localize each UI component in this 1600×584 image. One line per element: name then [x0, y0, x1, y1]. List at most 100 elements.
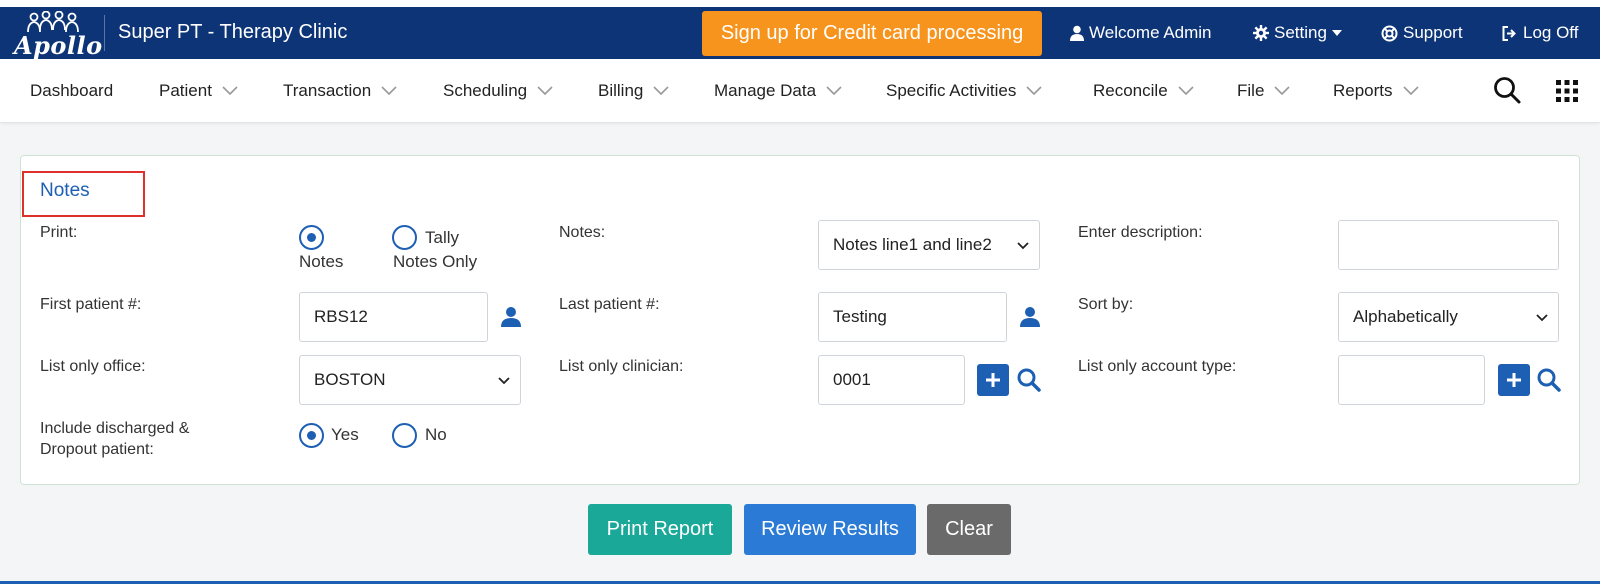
top-header-bar: Apollo Super PT - Therapy Clinic Sign up… — [0, 7, 1600, 60]
clinician-value: 0001 — [833, 370, 871, 389]
support-label: Support — [1403, 23, 1463, 42]
main-nav-bar: Dashboard Patient Transaction Scheduling… — [0, 59, 1600, 123]
top-white-strip — [0, 0, 1600, 7]
chevron-down-icon — [1017, 242, 1029, 250]
setting-label: Setting — [1274, 23, 1327, 42]
support-link[interactable]: Support — [1381, 23, 1463, 43]
print-notes-label: Notes — [299, 252, 344, 271]
print-label: Print: — [40, 224, 78, 241]
notes-select-value: Notes line1 and line2 — [833, 235, 992, 254]
apps-grid-icon[interactable] — [1556, 80, 1578, 102]
add-clinician-button[interactable] — [977, 364, 1009, 396]
caret-down-icon — [1331, 30, 1342, 36]
patient-lookup-icon[interactable] — [1019, 306, 1041, 328]
office-label: List only office: — [40, 358, 146, 375]
chevron-down-icon — [498, 377, 510, 385]
logo-text: Apollo — [14, 31, 103, 60]
plus-icon — [986, 373, 1000, 387]
search-icon[interactable] — [1493, 76, 1521, 104]
chevron-down-icon — [653, 86, 669, 96]
nav-billing[interactable]: Billing — [598, 81, 669, 101]
nav-reconcile-label: Reconcile — [1093, 81, 1168, 100]
chevron-down-icon — [1274, 86, 1290, 96]
chevron-down-icon — [1178, 86, 1194, 96]
print-tally-label-line2: Notes Only — [393, 252, 478, 271]
panel-title: Notes — [40, 180, 90, 201]
user-icon — [1070, 25, 1084, 41]
gear-icon — [1253, 25, 1269, 41]
add-account-type-button[interactable] — [1498, 364, 1530, 396]
last-patient-label: Last patient #: — [559, 296, 660, 313]
nav-transaction[interactable]: Transaction — [283, 81, 397, 101]
patient-lookup-icon[interactable] — [500, 306, 522, 328]
description-input[interactable] — [1338, 220, 1559, 270]
sort-by-value: Alphabetically — [1353, 307, 1458, 326]
signup-credit-card-button[interactable]: Sign up for Credit card processing — [702, 11, 1042, 56]
nav-specific-activities-label: Specific Activities — [886, 81, 1017, 100]
log-off-link[interactable]: Log Off — [1502, 23, 1578, 43]
nav-patient[interactable]: Patient — [159, 81, 238, 101]
plus-icon — [1507, 373, 1521, 387]
clinic-name: Super PT - Therapy Clinic — [118, 21, 348, 43]
discharged-no-label: No — [425, 425, 447, 444]
first-patient-value: RBS12 — [314, 307, 368, 326]
people-logo-icon — [27, 11, 79, 33]
print-tally-radio[interactable] — [392, 225, 417, 250]
discharged-yes-label: Yes — [331, 425, 359, 444]
description-label: Enter description: — [1078, 224, 1203, 241]
log-off-label: Log Off — [1523, 23, 1579, 42]
account-type-input[interactable] — [1338, 355, 1485, 405]
sort-by-select[interactable]: Alphabetically — [1338, 292, 1559, 342]
nav-patient-label: Patient — [159, 81, 212, 100]
review-results-button[interactable]: Review Results — [744, 504, 916, 555]
notes-select[interactable]: Notes line1 and line2 — [818, 220, 1040, 270]
first-patient-label: First patient #: — [40, 296, 142, 313]
nav-scheduling-label: Scheduling — [443, 81, 528, 100]
chevron-down-icon — [826, 86, 842, 96]
search-account-type-icon[interactable] — [1536, 367, 1562, 393]
discharged-no-radio[interactable] — [392, 423, 417, 448]
clinician-input[interactable]: 0001 — [818, 355, 965, 405]
nav-reports-label: Reports — [1333, 81, 1393, 100]
welcome-admin-link[interactable]: Welcome Admin — [1070, 23, 1212, 43]
nav-transaction-label: Transaction — [283, 81, 372, 100]
print-tally-label: Tally — [425, 228, 460, 247]
discharged-label: Include discharged & — [40, 420, 190, 437]
clinician-label: List only clinician: — [559, 358, 684, 375]
nav-billing-label: Billing — [598, 81, 644, 100]
lifering-icon — [1381, 25, 1398, 41]
nav-file[interactable]: File — [1237, 81, 1290, 101]
search-clinician-icon[interactable] — [1016, 367, 1042, 393]
sort-by-label: Sort by: — [1078, 296, 1134, 313]
office-select[interactable]: BOSTON — [299, 355, 521, 405]
first-patient-input[interactable]: RBS12 — [299, 292, 488, 342]
notes-label: Notes: — [559, 224, 606, 241]
nav-dashboard-label: Dashboard — [30, 81, 114, 100]
nav-reports[interactable]: Reports — [1333, 81, 1419, 101]
chevron-down-icon — [1026, 86, 1042, 96]
nav-dashboard[interactable]: Dashboard — [30, 81, 113, 101]
nav-file-label: File — [1237, 81, 1265, 100]
chevron-down-icon — [537, 86, 553, 96]
chevron-down-icon — [222, 86, 238, 96]
nav-reconcile[interactable]: Reconcile — [1093, 81, 1194, 101]
discharged-yes-radio[interactable] — [299, 423, 324, 448]
clear-button[interactable]: Clear — [927, 504, 1011, 555]
nav-scheduling[interactable]: Scheduling — [443, 81, 553, 101]
sign-out-icon — [1502, 25, 1516, 41]
discharged-label-line2: Dropout patient: — [40, 441, 154, 458]
nav-manage-data[interactable]: Manage Data — [714, 81, 842, 101]
apollo-logo[interactable]: Apollo — [14, 11, 103, 60]
last-patient-input[interactable]: Testing — [818, 292, 1007, 342]
account-type-label: List only account type: — [1078, 358, 1237, 375]
chevron-down-icon — [1536, 314, 1548, 322]
setting-menu[interactable]: Setting — [1253, 23, 1342, 43]
nav-specific-activities[interactable]: Specific Activities — [886, 81, 1042, 101]
chevron-down-icon — [381, 86, 397, 96]
last-patient-value: Testing — [833, 307, 887, 326]
print-report-button[interactable]: Print Report — [588, 504, 732, 555]
welcome-admin-label: Welcome Admin — [1089, 23, 1212, 42]
header-divider — [104, 15, 105, 51]
print-notes-radio[interactable] — [299, 225, 324, 250]
nav-manage-data-label: Manage Data — [714, 81, 817, 100]
